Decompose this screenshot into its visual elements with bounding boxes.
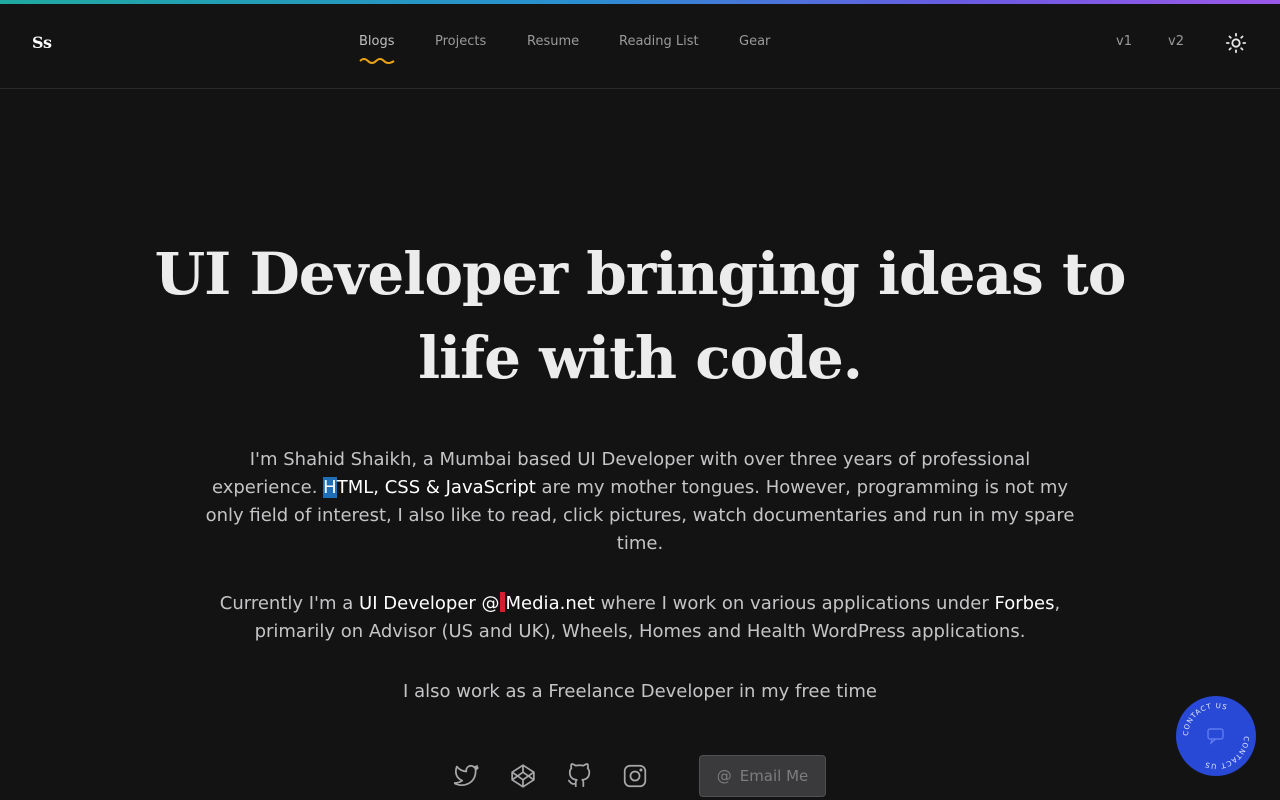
chat-icon [1207, 728, 1224, 745]
intro-paragraph-2: Currently I'm a UI Developer @ Media.net … [195, 590, 1085, 646]
twitter-icon[interactable] [454, 763, 480, 789]
nav-reading-list[interactable]: Reading List [619, 34, 699, 49]
contact-badge-ring: CONTACT US CONTACT US [1182, 702, 1250, 770]
github-icon[interactable] [566, 763, 592, 789]
codepen-icon[interactable] [510, 763, 536, 789]
medianet-link[interactable]: Media.net [506, 593, 595, 614]
svg-text:CONTACT US: CONTACT US [1182, 702, 1229, 736]
svg-text:CONTACT US: CONTACT US [1203, 736, 1250, 770]
intro-paragraph-1: I'm Shahid Shaikh, a Mumbai based UI Dev… [195, 446, 1085, 558]
contact-badge-text-2: CONTACT US [1203, 736, 1249, 770]
at-icon: @ [716, 767, 732, 785]
instagram-icon[interactable] [622, 763, 648, 789]
version-v1-link[interactable]: v1 [1116, 34, 1132, 49]
nav-blogs[interactable]: Blogs [359, 34, 395, 49]
active-nav-squiggle [359, 58, 395, 64]
contact-badge-text: CONTACT US [1182, 702, 1228, 736]
forbes-highlight: Forbes [994, 593, 1055, 614]
nav-gear[interactable]: Gear [739, 34, 770, 49]
tech-stack-highlight: TML, CSS & JavaScript [336, 477, 536, 498]
selected-text: H [323, 477, 337, 498]
site-logo[interactable]: Ss [32, 33, 52, 52]
version-v2-link[interactable]: v2 [1168, 34, 1184, 49]
email-me-label: Email Me [739, 767, 809, 785]
current-text-b: where I work on various applications und… [594, 593, 995, 614]
hero-title: UI Developer bringing ideas to life with… [154, 240, 1127, 392]
site-header: Ss Blogs Projects Resume Reading List Ge… [0, 4, 1280, 89]
nav-resume[interactable]: Resume [527, 34, 579, 49]
sun-icon[interactable] [1225, 32, 1247, 54]
medianet-logo-mark [499, 592, 505, 612]
contact-us-badge[interactable]: CONTACT US CONTACT US [1176, 696, 1256, 776]
role-highlight: UI Developer @ [359, 593, 500, 614]
email-me-button[interactable]: @ Email Me [699, 755, 826, 797]
nav-projects[interactable]: Projects [435, 34, 486, 49]
freelance-paragraph: I also work as a Freelance Developer in … [403, 681, 877, 702]
current-text-a: Currently I'm a [219, 593, 360, 614]
